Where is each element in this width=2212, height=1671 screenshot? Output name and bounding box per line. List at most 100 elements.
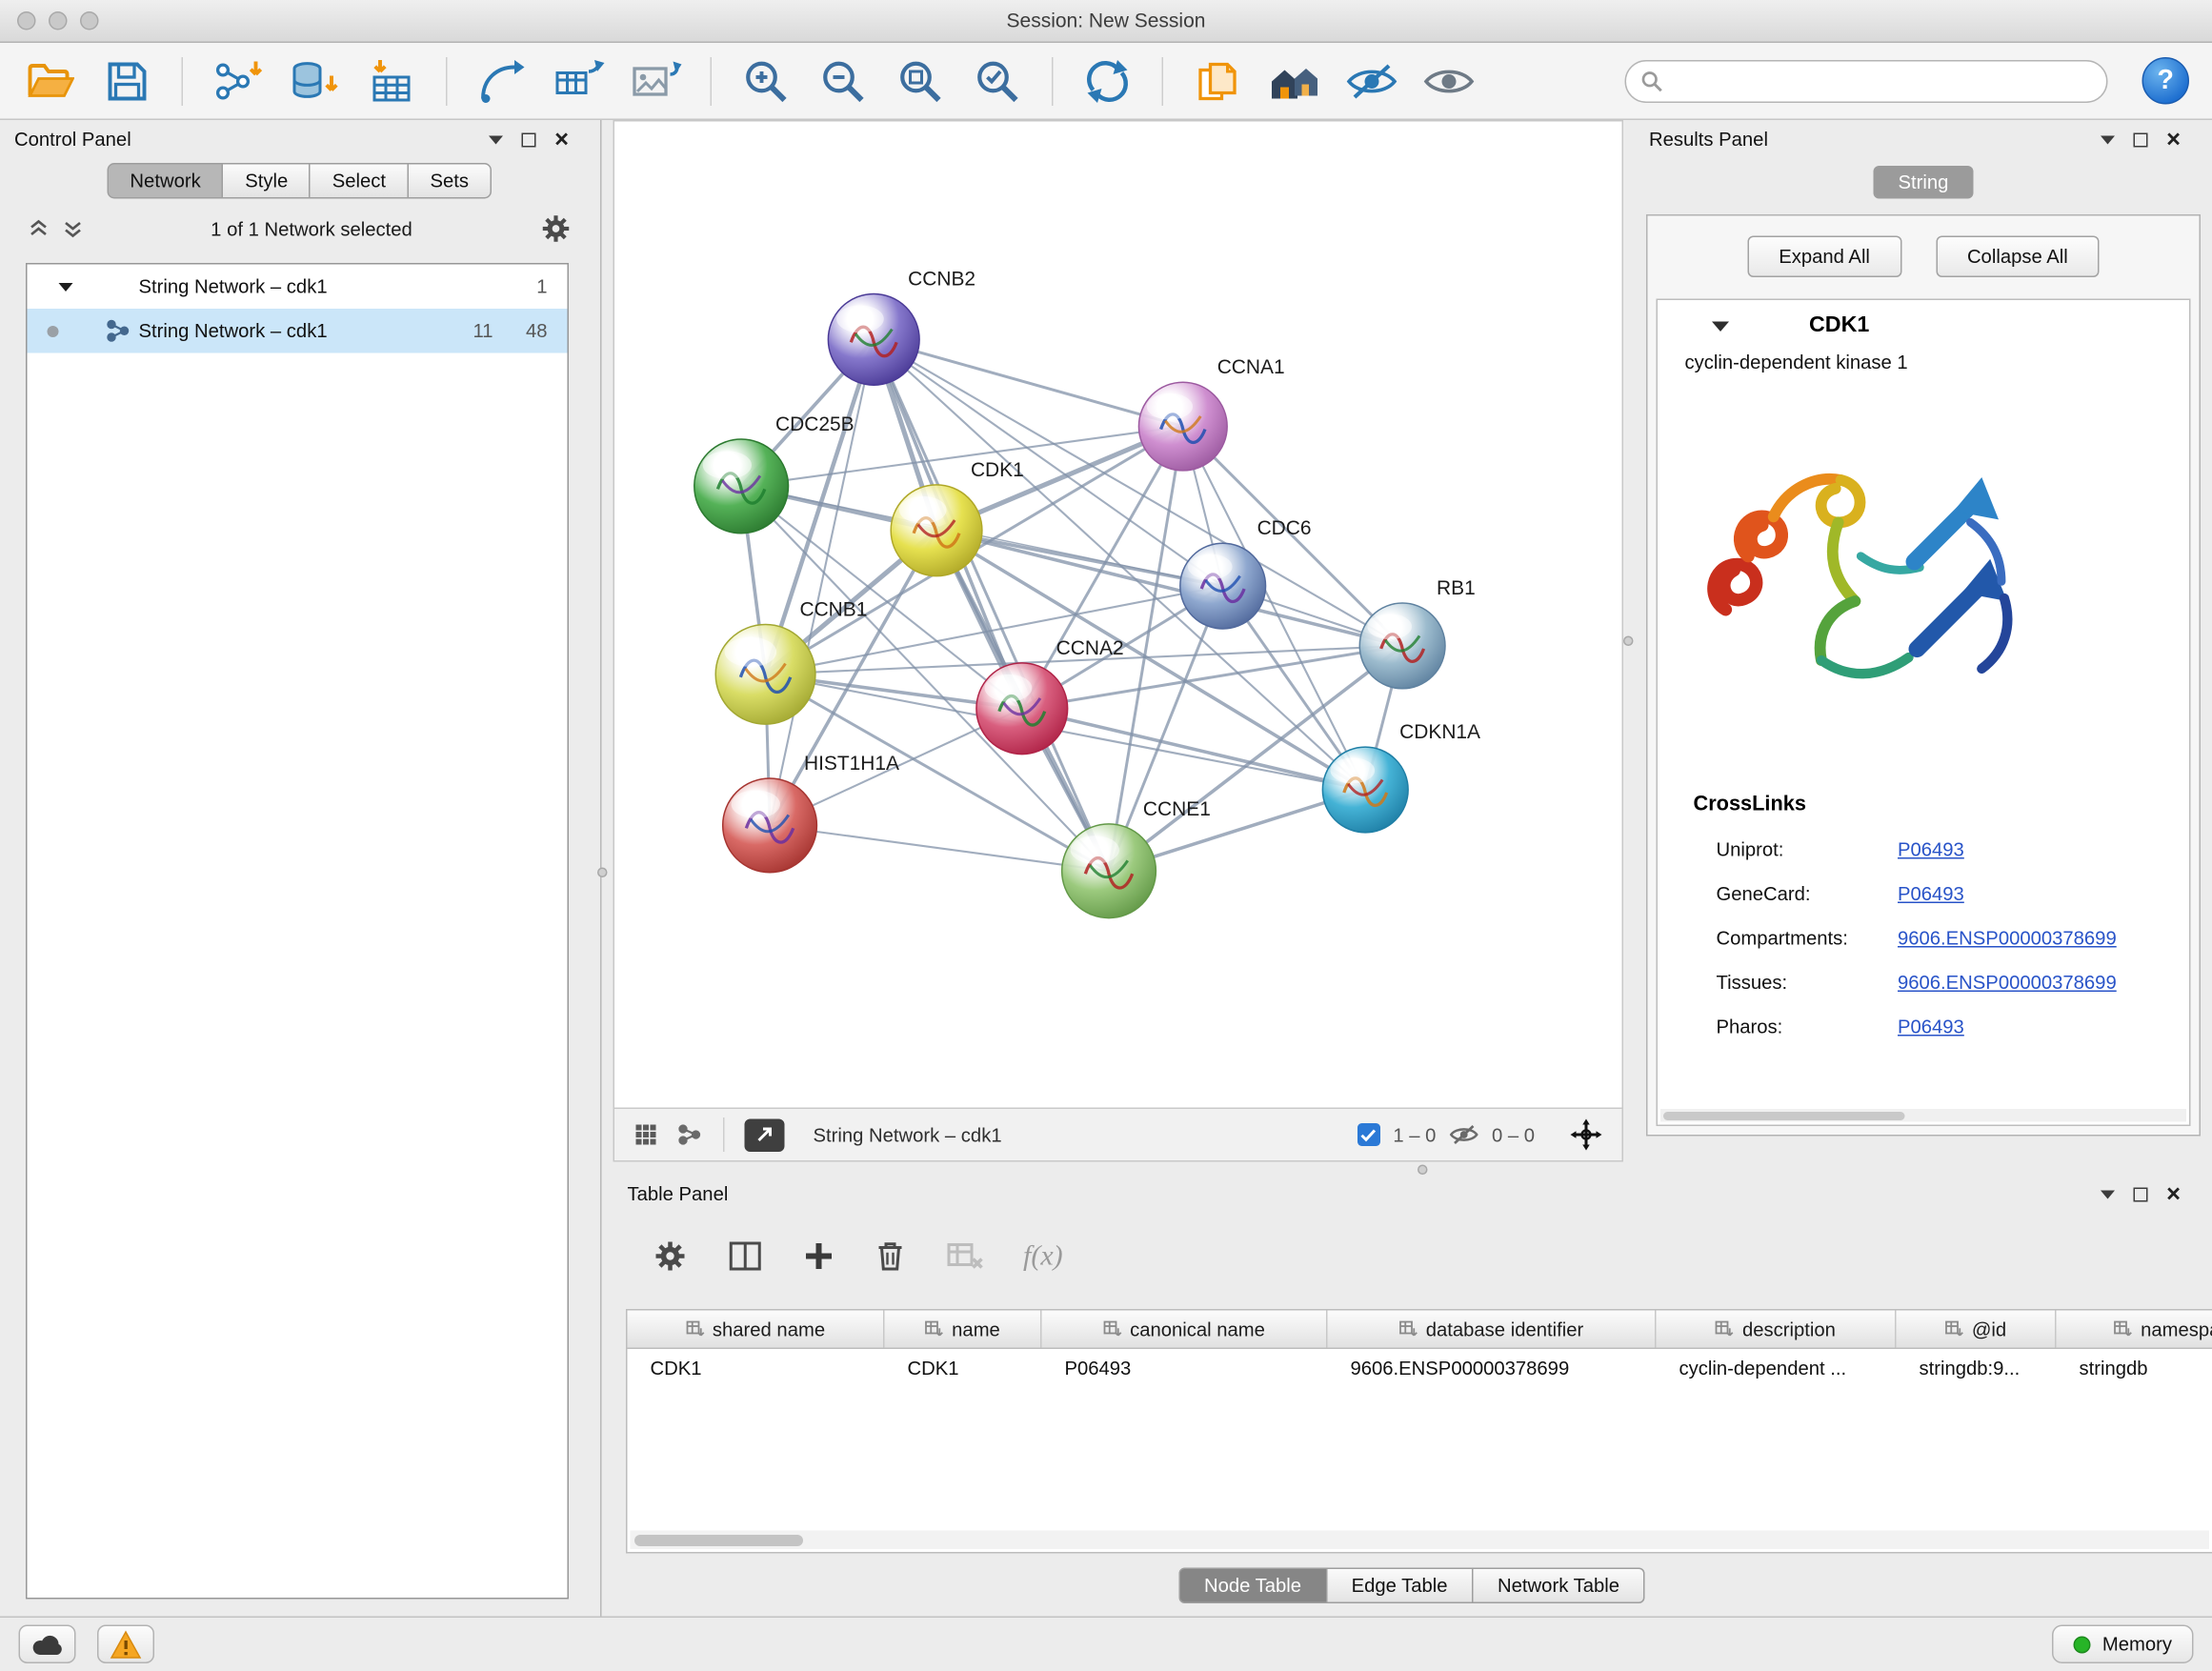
zoom-selected-button[interactable] bbox=[965, 50, 1031, 112]
column-type-icon bbox=[1716, 1320, 1735, 1338]
panel-menu-caret-icon[interactable] bbox=[2101, 1190, 2115, 1198]
column-header-canonical-name[interactable]: canonical name bbox=[1042, 1311, 1328, 1348]
search-input[interactable] bbox=[1674, 70, 2093, 92]
tab-style[interactable]: Style bbox=[222, 163, 311, 199]
network-options-gear-icon[interactable] bbox=[540, 213, 572, 245]
eye-slash-icon bbox=[1345, 59, 1399, 102]
close-window-button[interactable] bbox=[17, 11, 36, 30]
column-header-id[interactable]: @id bbox=[1897, 1311, 2057, 1348]
fit-content-button[interactable] bbox=[888, 50, 954, 112]
close-panel-icon[interactable]: × bbox=[2166, 1182, 2181, 1207]
edge-CCNB2-CCNE1[interactable] bbox=[874, 339, 1109, 871]
column-header-description[interactable]: description bbox=[1657, 1311, 1897, 1348]
zoom-in-button[interactable] bbox=[734, 50, 799, 112]
network-glyph-icon[interactable] bbox=[677, 1123, 703, 1146]
node-CCNB2[interactable]: CCNB2 bbox=[828, 269, 975, 386]
function-builder-icon[interactable]: f(x) bbox=[1023, 1239, 1063, 1273]
show-columns-icon[interactable] bbox=[728, 1240, 764, 1272]
float-panel-icon[interactable] bbox=[2134, 132, 2148, 147]
edge-CCNA2-CDKN1A[interactable] bbox=[1022, 709, 1365, 790]
zoom-selected-icon bbox=[974, 56, 1022, 105]
expand-all-icon[interactable] bbox=[63, 219, 83, 239]
right-splitter-handle[interactable] bbox=[1623, 636, 1634, 647]
new-network-button[interactable] bbox=[469, 50, 534, 112]
hidden-eye-slash-icon[interactable] bbox=[1449, 1123, 1479, 1146]
node-CCNB1[interactable]: CCNB1 bbox=[715, 598, 867, 724]
memory-button[interactable]: Memory bbox=[2052, 1625, 2193, 1664]
column-header-database-identifier[interactable]: database identifier bbox=[1328, 1311, 1657, 1348]
left-splitter-handle[interactable] bbox=[597, 868, 608, 878]
node-CDKN1A[interactable]: CDKN1A bbox=[1322, 721, 1480, 833]
open-session-button[interactable] bbox=[17, 50, 83, 112]
crosslink-uniprot-link[interactable]: P06493 bbox=[1898, 839, 1964, 861]
status-bar: Memory bbox=[0, 1617, 2212, 1671]
tab-node-table[interactable]: Node Table bbox=[1178, 1568, 1327, 1604]
node-HIST1H1A[interactable]: HIST1H1A bbox=[723, 753, 899, 873]
edge-HIST1H1A-CCNE1[interactable] bbox=[770, 825, 1109, 871]
horizontal-splitter-handle[interactable] bbox=[1418, 1165, 1428, 1176]
node-CDC6[interactable]: CDC6 bbox=[1180, 517, 1312, 629]
birds-eye-grid-icon[interactable] bbox=[634, 1123, 657, 1146]
minimize-window-button[interactable] bbox=[49, 11, 68, 30]
crosslink-compartments-link[interactable]: 9606.ENSP00000378699 bbox=[1898, 928, 2117, 950]
import-network-database-button[interactable] bbox=[282, 50, 348, 112]
tab-select[interactable]: Select bbox=[310, 163, 409, 199]
node-RB1[interactable]: RB1 bbox=[1359, 577, 1475, 689]
collapse-all-button[interactable]: Collapse All bbox=[1936, 236, 2100, 278]
column-header-shared-name[interactable]: shared name bbox=[628, 1311, 885, 1348]
collapse-entry-caret-icon[interactable] bbox=[1712, 321, 1729, 332]
tab-network[interactable]: Network bbox=[107, 163, 223, 199]
panel-menu-caret-icon[interactable] bbox=[2101, 135, 2115, 144]
node-CDK1[interactable]: CDK1 bbox=[891, 459, 1024, 576]
import-table-button[interactable] bbox=[359, 50, 425, 112]
show-selected-button[interactable] bbox=[1417, 50, 1482, 112]
network-tree-row-selected[interactable]: String Network – cdk11148 bbox=[28, 309, 568, 353]
network-tree-row[interactable]: String Network – cdk11 bbox=[28, 265, 568, 310]
copy-documents-button[interactable] bbox=[1185, 50, 1251, 112]
close-panel-icon[interactable]: × bbox=[2166, 128, 2181, 152]
pan-crosshair-icon[interactable] bbox=[1571, 1119, 1602, 1151]
crosslink-tissues-link[interactable]: 9606.ENSP00000378699 bbox=[1898, 972, 2117, 994]
tab-edge-table[interactable]: Edge Table bbox=[1326, 1568, 1474, 1604]
node-CCNA1[interactable]: CCNA1 bbox=[1138, 356, 1284, 471]
entry-hscrollbar-thumb[interactable] bbox=[1663, 1111, 1905, 1119]
export-image-button[interactable] bbox=[623, 50, 689, 112]
save-session-button[interactable] bbox=[94, 50, 160, 112]
table-row[interactable]: CDK1CDK1P064939606.ENSP00000378699cyclin… bbox=[628, 1349, 2212, 1388]
warnings-button[interactable] bbox=[97, 1625, 154, 1664]
column-header-name[interactable]: name bbox=[885, 1311, 1042, 1348]
refresh-button[interactable] bbox=[1075, 50, 1140, 112]
crosslink-pharos-link[interactable]: P06493 bbox=[1898, 1017, 1964, 1038]
tab-sets[interactable]: Sets bbox=[408, 163, 493, 199]
hide-selected-button[interactable] bbox=[1339, 50, 1405, 112]
detach-view-button[interactable] bbox=[745, 1118, 785, 1152]
zoom-out-button[interactable] bbox=[811, 50, 876, 112]
crosslink-genecard-link[interactable]: P06493 bbox=[1898, 883, 1964, 905]
close-panel-icon[interactable]: × bbox=[554, 128, 569, 152]
export-table-button[interactable] bbox=[546, 50, 612, 112]
delete-column-trash-icon[interactable] bbox=[875, 1239, 906, 1274]
node-label-CCNE1: CCNE1 bbox=[1143, 798, 1211, 820]
collapse-all-icon[interactable] bbox=[29, 219, 49, 239]
table-settings-gear-icon[interactable] bbox=[654, 1239, 688, 1274]
float-panel-icon[interactable] bbox=[522, 132, 536, 147]
network-graph[interactable]: CCNB2CCNA1CDC25BCDK1CDC6RB1CCNB1CCNA2CDK… bbox=[614, 122, 1622, 1108]
table-hscrollbar-thumb[interactable] bbox=[634, 1535, 803, 1546]
maximize-window-button[interactable] bbox=[80, 11, 99, 30]
tree-collapse-caret-icon[interactable] bbox=[59, 283, 73, 292]
tab-string[interactable]: String bbox=[1874, 166, 1973, 199]
selection-checkbox[interactable] bbox=[1357, 1123, 1380, 1146]
node-label-CCNA1: CCNA1 bbox=[1217, 356, 1285, 378]
import-network-file-button[interactable] bbox=[205, 50, 271, 112]
cloud-status-button[interactable] bbox=[19, 1625, 76, 1664]
home-button[interactable] bbox=[1262, 50, 1328, 112]
float-panel-icon[interactable] bbox=[2134, 1187, 2148, 1201]
panel-menu-caret-icon[interactable] bbox=[489, 135, 503, 144]
expand-all-button[interactable]: Expand All bbox=[1747, 236, 1901, 278]
tab-network-table[interactable]: Network Table bbox=[1472, 1568, 1645, 1604]
column-header-namespace[interactable]: namespace bbox=[2057, 1311, 2212, 1348]
network-canvas[interactable]: CCNB2CCNA1CDC25BCDK1CDC6RB1CCNB1CCNA2CDK… bbox=[614, 122, 1622, 1108]
add-column-plus-icon[interactable] bbox=[803, 1240, 835, 1272]
protein-entry-header[interactable]: CDK1 bbox=[1658, 300, 2189, 352]
help-button[interactable]: ? bbox=[2142, 57, 2190, 105]
